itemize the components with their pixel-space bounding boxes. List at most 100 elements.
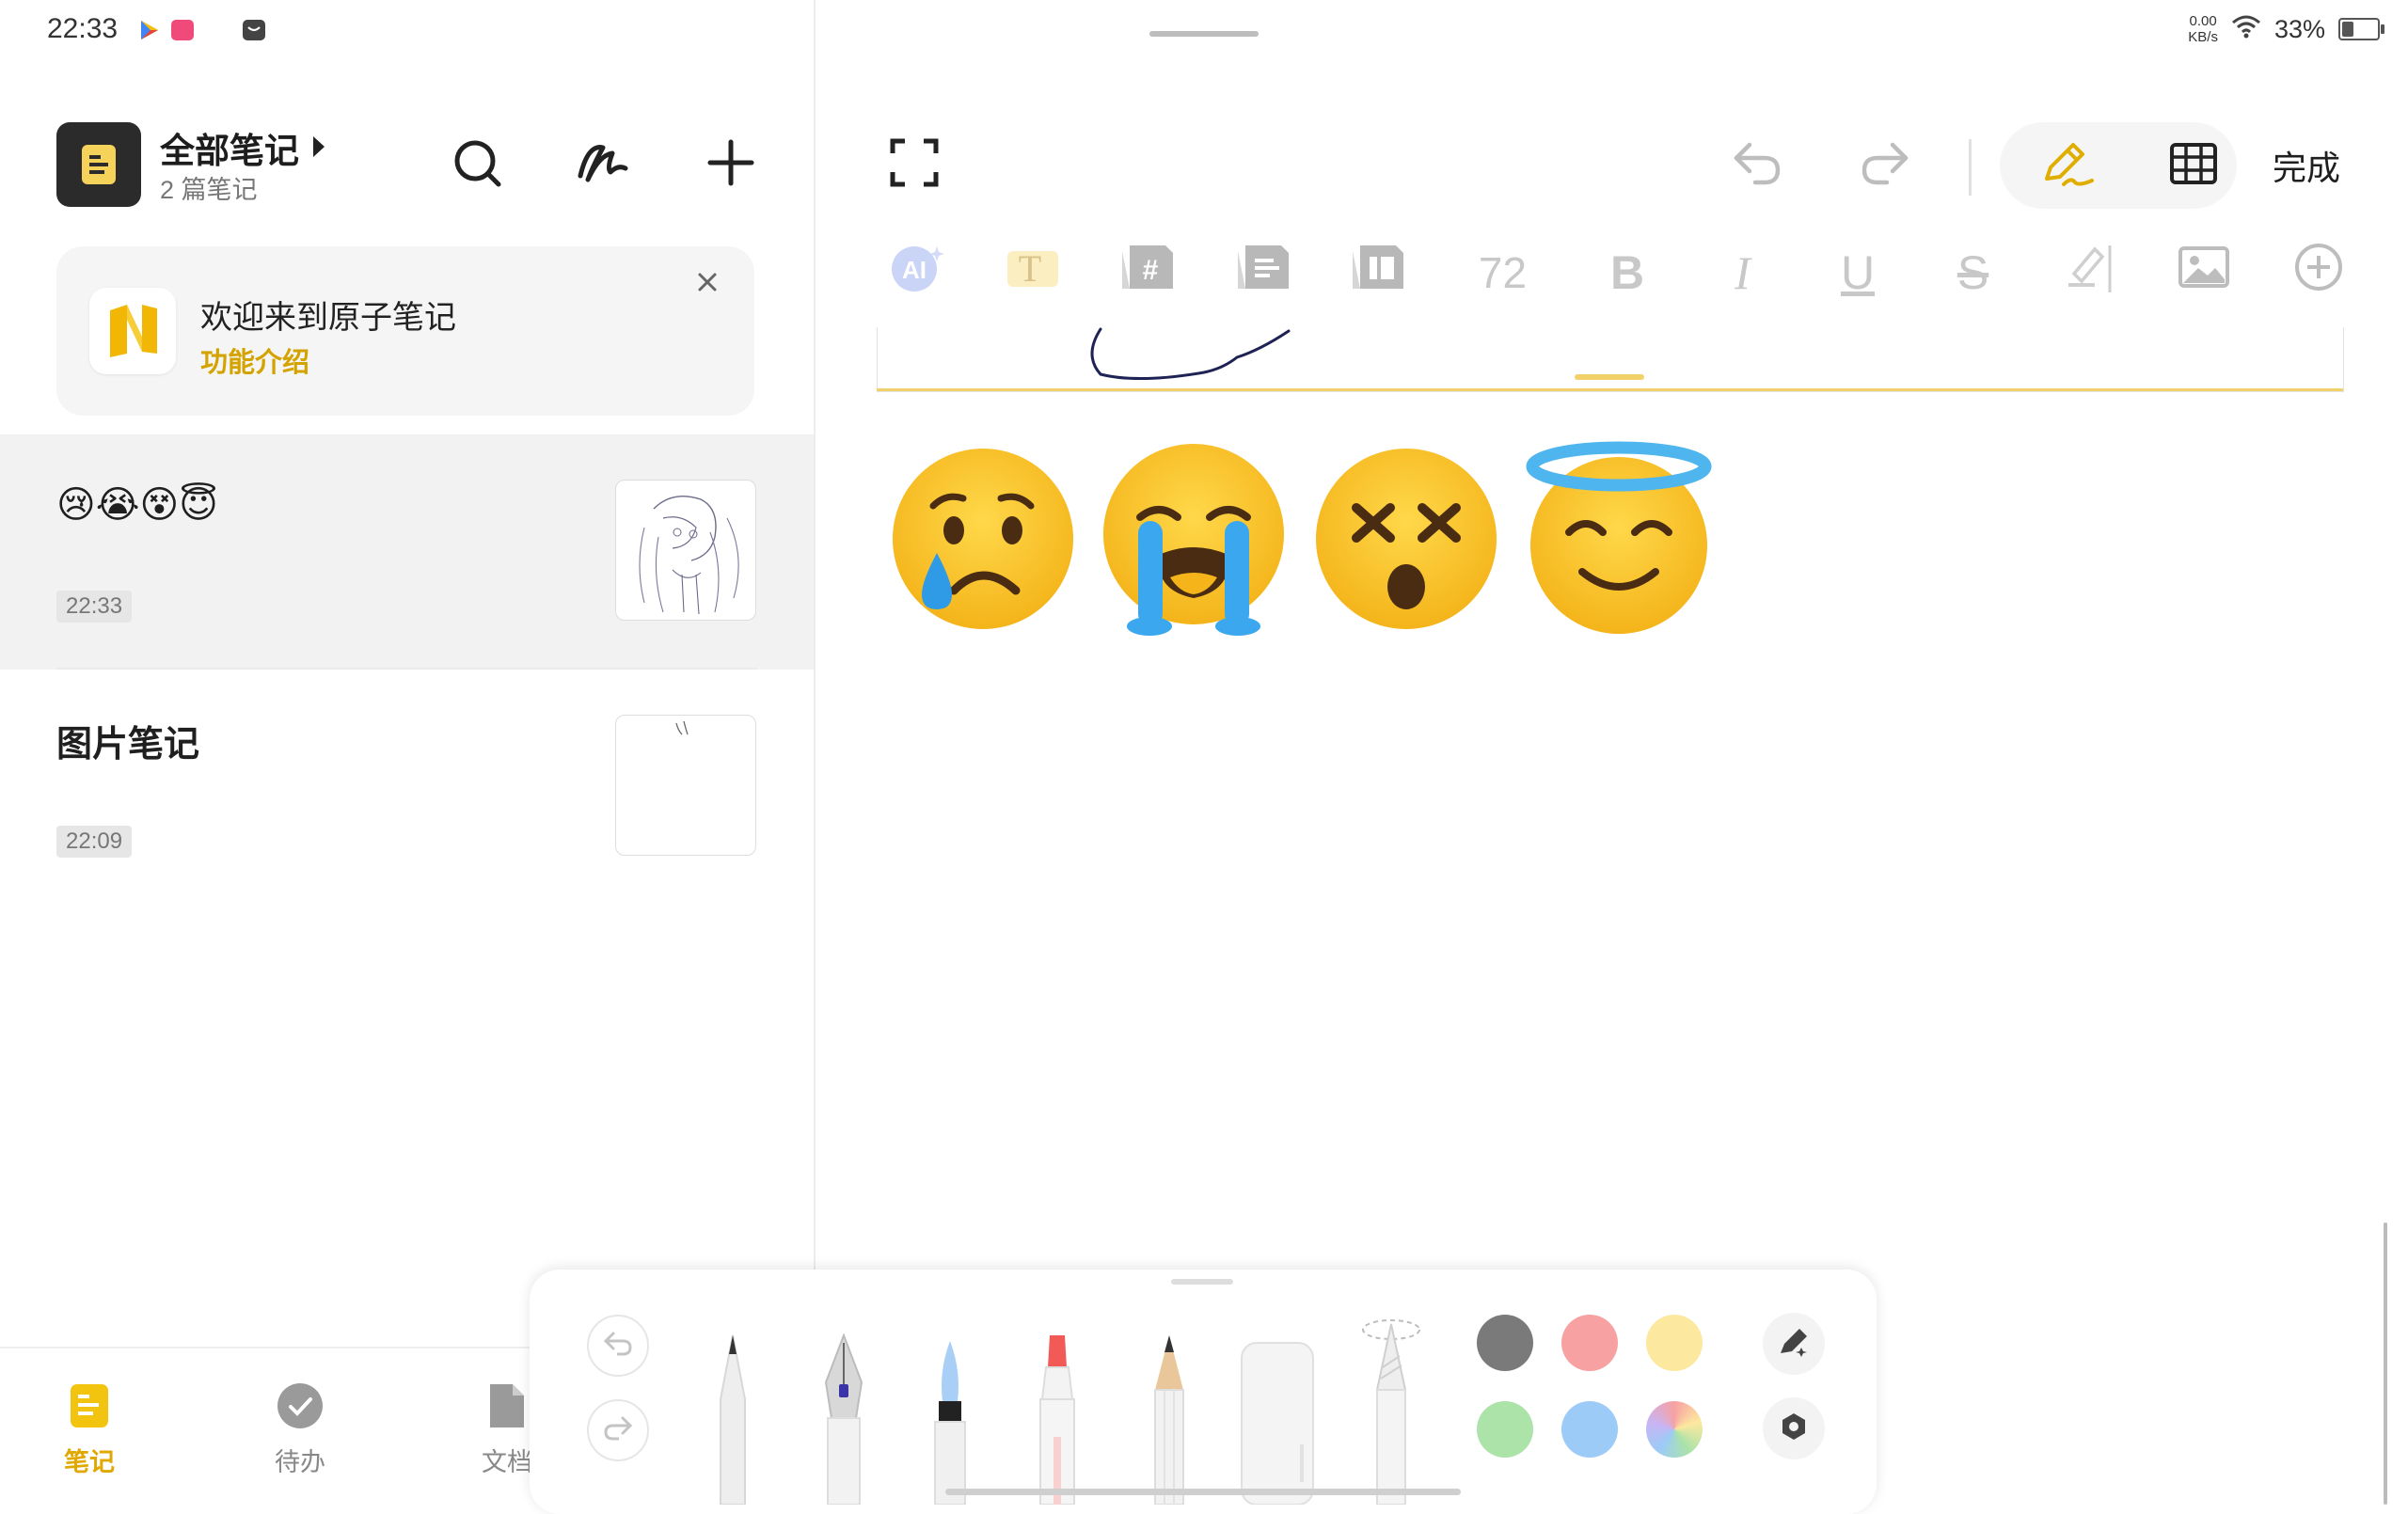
highlighter-icon [2061,240,2115,306]
scrollbar[interactable] [2384,1222,2387,1505]
nav-label: 待办 [275,1448,325,1476]
ballpoint-pen[interactable] [709,1333,756,1509]
dizzy-face-emoji [1307,440,1505,638]
document-icon [486,1382,528,1436]
italic-button[interactable]: I [1710,240,1776,306]
handwriting-icon [575,136,631,194]
nav-notes[interactable]: 笔记 [64,1382,115,1478]
battery-icon [2338,18,2384,40]
pen-undo-button[interactable] [587,1315,649,1377]
pen-settings-icon [1777,1325,1811,1364]
close-icon[interactable] [690,265,724,299]
nav-todo[interactable]: 待办 [275,1382,325,1478]
image-button[interactable] [2171,240,2237,306]
eraser[interactable] [1240,1341,1315,1509]
redo-icon [602,1414,634,1447]
ai-icon: AI [888,241,946,305]
color-swatch-gray[interactable] [1477,1315,1533,1371]
heading-button[interactable]: # [1115,240,1180,306]
pen-panel-handle[interactable] [1171,1279,1233,1285]
search-icon [451,136,503,194]
nav-document[interactable]: 文档 [482,1382,532,1478]
color-swatch-green[interactable] [1477,1401,1533,1458]
battery-percent: 33% [2273,14,2325,43]
handwriting-button[interactable] [570,132,636,197]
list-block-button[interactable] [1230,240,1296,306]
todo-check-icon [277,1382,324,1436]
underline-button[interactable]: U [1825,240,1891,306]
svg-text:#: # [1143,255,1159,286]
pencil[interactable] [1144,1333,1195,1509]
crying-face-emoji [884,440,1082,638]
color-swatch-yellow[interactable] [1646,1315,1703,1371]
bold-button[interactable]: B [1594,240,1660,306]
fountain-pen[interactable] [818,1333,869,1509]
folder-dropdown-icon[interactable] [313,136,325,157]
color-swatch-blue[interactable] [1561,1401,1618,1458]
note-count: 2 篇笔记 [160,176,258,204]
heading-icon: # [1120,244,1175,302]
toolbar-separator [1969,139,1972,196]
atom-notes-logo [89,288,176,374]
nav-label: 笔记 [64,1448,115,1476]
redo-icon [1859,139,1911,191]
canvas-resize-handle[interactable] [1575,374,1644,380]
columns-icon [1351,244,1405,302]
note-thumbnail [615,480,756,621]
divider [56,668,757,670]
pen-mode-button[interactable] [2030,128,2105,203]
grid-button[interactable] [2156,128,2231,203]
grid-icon [2169,142,2218,190]
notes-app-icon[interactable] [56,122,141,207]
text-style-button[interactable]: T [1000,240,1066,306]
strikethrough-button[interactable]: S [1941,240,2006,306]
net-speed: 0.00 KB/s [2188,13,2218,45]
svg-text:AI: AI [902,256,927,284]
text-style-icon: T [1006,244,1060,302]
undo-icon [602,1330,634,1363]
welcome-title: 欢迎来到原子笔记 [200,300,456,336]
brush-pen[interactable] [924,1333,976,1509]
undo-button[interactable] [1719,127,1795,202]
note-title: 图片笔记 [56,725,200,765]
lasso-tool[interactable] [1358,1311,1424,1509]
add-circle-icon [2293,242,2344,304]
toolbox-settings-button[interactable] [1763,1397,1825,1459]
color-swatch-custom[interactable] [1646,1401,1703,1458]
fullscreen-button[interactable] [877,127,952,202]
note-icon [69,1382,110,1436]
plus-icon [706,138,755,192]
columns-button[interactable] [1345,240,1411,306]
add-note-button[interactable] [698,132,764,197]
note-time: 22:09 [56,826,133,858]
image-icon [2178,245,2230,300]
note-time: 22:33 [56,591,133,623]
ai-button[interactable]: AI [884,240,950,306]
font-size-button[interactable]: 72 [1461,240,1545,306]
nav-label: 文档 [482,1448,532,1476]
highlighter-button[interactable] [2055,240,2121,306]
add-block-button[interactable] [2286,240,2352,306]
fullscreen-icon [890,138,939,192]
pen-settings-button[interactable] [1763,1313,1825,1375]
format-toolbar: AI T # 72 B I U S [884,235,2352,310]
marker-pen[interactable] [1029,1333,1085,1509]
ink-stroke [1082,327,1345,388]
color-swatch-pink[interactable] [1561,1315,1618,1371]
search-button[interactable] [444,132,510,197]
note-title: 😢😭😵😇 [56,484,218,526]
redo-button[interactable] [1847,127,1923,202]
pen-redo-button[interactable] [587,1399,649,1461]
hexagon-settings-icon [1779,1411,1809,1446]
pen-mode-icon [2039,137,2096,195]
undo-icon [1731,139,1783,191]
window-drag-handle[interactable] [1149,31,1259,37]
home-indicator [945,1489,1461,1495]
feature-intro-link[interactable]: 功能介绍 [200,340,309,380]
folder-title[interactable]: 全部笔记 [160,122,299,173]
note-thumbnail [615,715,756,856]
done-button[interactable]: 完成 [2273,141,2340,190]
smiling-face-with-halo-emoji [1520,440,1718,638]
wifi-icon [2231,14,2261,45]
canvas-bottom-border [877,388,2343,391]
